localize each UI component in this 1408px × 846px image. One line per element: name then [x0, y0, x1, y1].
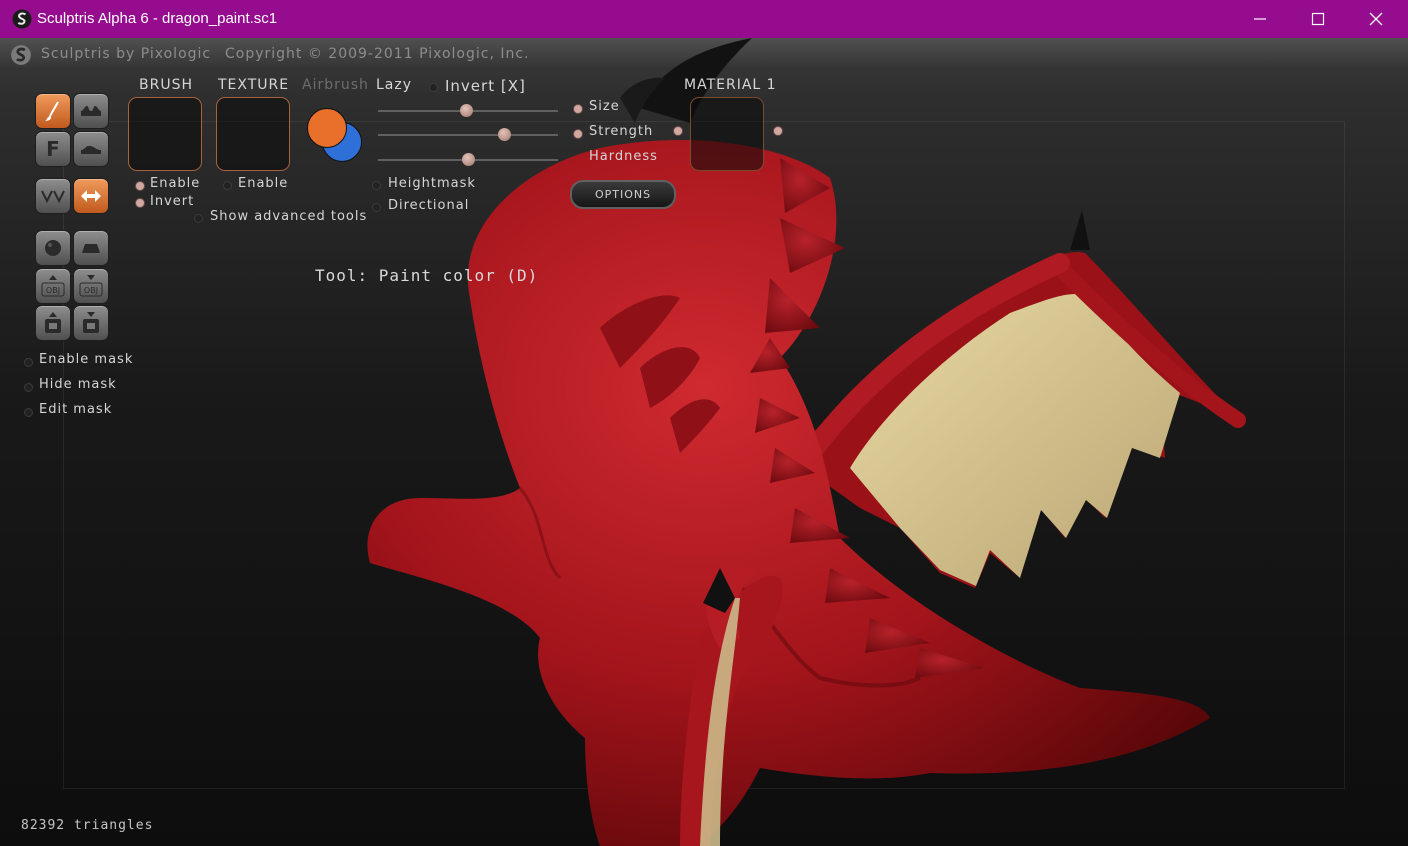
- close-icon: [1369, 12, 1383, 26]
- export-obj-icon: OBJ: [79, 275, 103, 297]
- edit-mask-label[interactable]: Edit mask: [39, 402, 112, 417]
- directional-label[interactable]: Directional: [388, 198, 469, 213]
- strength-pressure-toggle[interactable]: [573, 129, 583, 139]
- brush-enable-label[interactable]: Enable: [150, 176, 200, 191]
- show-advanced-toggle[interactable]: [194, 214, 203, 223]
- size-pressure-toggle[interactable]: [573, 104, 583, 114]
- paint-brush-button[interactable]: [35, 93, 71, 129]
- material-next-arrow[interactable]: [773, 126, 783, 136]
- sculptris-app-icon: [12, 9, 32, 29]
- hide-mask-label[interactable]: Hide mask: [39, 377, 117, 392]
- invert-toggle[interactable]: [429, 83, 438, 92]
- minimize-icon: [1254, 18, 1266, 20]
- lazy-toggle[interactable]: Lazy: [376, 77, 412, 93]
- current-tool-label: Tool: Paint color (D): [315, 266, 539, 285]
- hardness-label: Hardness: [589, 149, 658, 164]
- svg-text:OBJ: OBJ: [84, 286, 98, 295]
- size-label: Size: [589, 99, 620, 114]
- smooth-icon: [81, 146, 101, 154]
- hardness-slider-handle[interactable]: [462, 153, 475, 166]
- title-bar: Sculptris Alpha 6 - dragon_paint.sc1: [0, 0, 1408, 38]
- plane-icon: [82, 244, 100, 253]
- move-button[interactable]: [73, 178, 109, 214]
- maximize-button[interactable]: [1289, 0, 1347, 38]
- material-slot[interactable]: [690, 97, 764, 171]
- new-plane-button[interactable]: [73, 230, 109, 266]
- svg-text:OBJ: OBJ: [46, 286, 60, 295]
- texture-enable-label[interactable]: Enable: [238, 176, 288, 191]
- show-advanced-label[interactable]: Show advanced tools: [210, 209, 367, 224]
- move-icon: [81, 190, 101, 202]
- smooth-button[interactable]: [73, 131, 109, 167]
- brush-alpha-slot[interactable]: [128, 97, 202, 171]
- import-obj-button[interactable]: OBJ: [35, 268, 71, 304]
- heightmask-toggle[interactable]: [372, 181, 381, 190]
- minimize-button[interactable]: [1231, 0, 1289, 38]
- material-prev-arrow[interactable]: [673, 126, 683, 136]
- sculpt-viewport[interactable]: Sculptris by Pixologic Copyright © 2009-…: [0, 38, 1408, 846]
- heightmask-label[interactable]: Heightmask: [388, 176, 476, 191]
- sphere-icon: [45, 240, 61, 256]
- flatten-icon: F: [46, 137, 60, 161]
- airbrush-toggle[interactable]: Airbrush: [302, 77, 369, 93]
- symmetry-icon: [41, 190, 65, 204]
- strength-slider-handle[interactable]: [498, 128, 511, 141]
- open-file-icon: [45, 312, 61, 333]
- brush-enable-toggle[interactable]: [135, 181, 145, 191]
- texture-slot[interactable]: [216, 97, 290, 171]
- enable-mask-toggle[interactable]: [24, 358, 33, 367]
- triangle-count: 82392 triangles: [21, 818, 154, 833]
- paint-brush-icon: [45, 101, 59, 121]
- strength-label: Strength: [589, 124, 654, 139]
- import-obj-icon: OBJ: [41, 275, 65, 297]
- invert-label[interactable]: Invert [X]: [445, 77, 526, 95]
- maximize-icon: [1311, 12, 1325, 26]
- enable-mask-label[interactable]: Enable mask: [39, 352, 133, 367]
- save-file-icon: [83, 312, 99, 333]
- texture-heading: TEXTURE: [218, 77, 290, 93]
- stamp-button[interactable]: [73, 93, 109, 129]
- dragon-wing: [790, 210, 1246, 588]
- flatten-button[interactable]: F: [35, 131, 71, 167]
- brush-heading: BRUSH: [139, 77, 193, 93]
- brush-invert-label[interactable]: Invert: [150, 194, 194, 209]
- open-file-button[interactable]: [35, 305, 71, 341]
- directional-toggle[interactable]: [372, 203, 381, 212]
- edit-mask-toggle[interactable]: [24, 408, 33, 417]
- close-button[interactable]: [1347, 0, 1405, 38]
- strength-slider-track[interactable]: [378, 134, 558, 136]
- save-file-button[interactable]: [73, 305, 109, 341]
- export-obj-button[interactable]: OBJ: [73, 268, 109, 304]
- options-button[interactable]: OPTIONS: [570, 180, 676, 209]
- new-sphere-button[interactable]: [35, 230, 71, 266]
- primary-color-swatch[interactable]: [307, 108, 347, 148]
- hide-mask-toggle[interactable]: [24, 383, 33, 392]
- stamp-icon: [81, 106, 101, 116]
- symmetry-button[interactable]: [35, 178, 71, 214]
- brush-invert-toggle[interactable]: [135, 198, 145, 208]
- texture-enable-toggle[interactable]: [223, 181, 232, 190]
- material-heading: MATERIAL 1: [684, 77, 777, 93]
- window-title: Sculptris Alpha 6 - dragon_paint.sc1: [37, 10, 278, 27]
